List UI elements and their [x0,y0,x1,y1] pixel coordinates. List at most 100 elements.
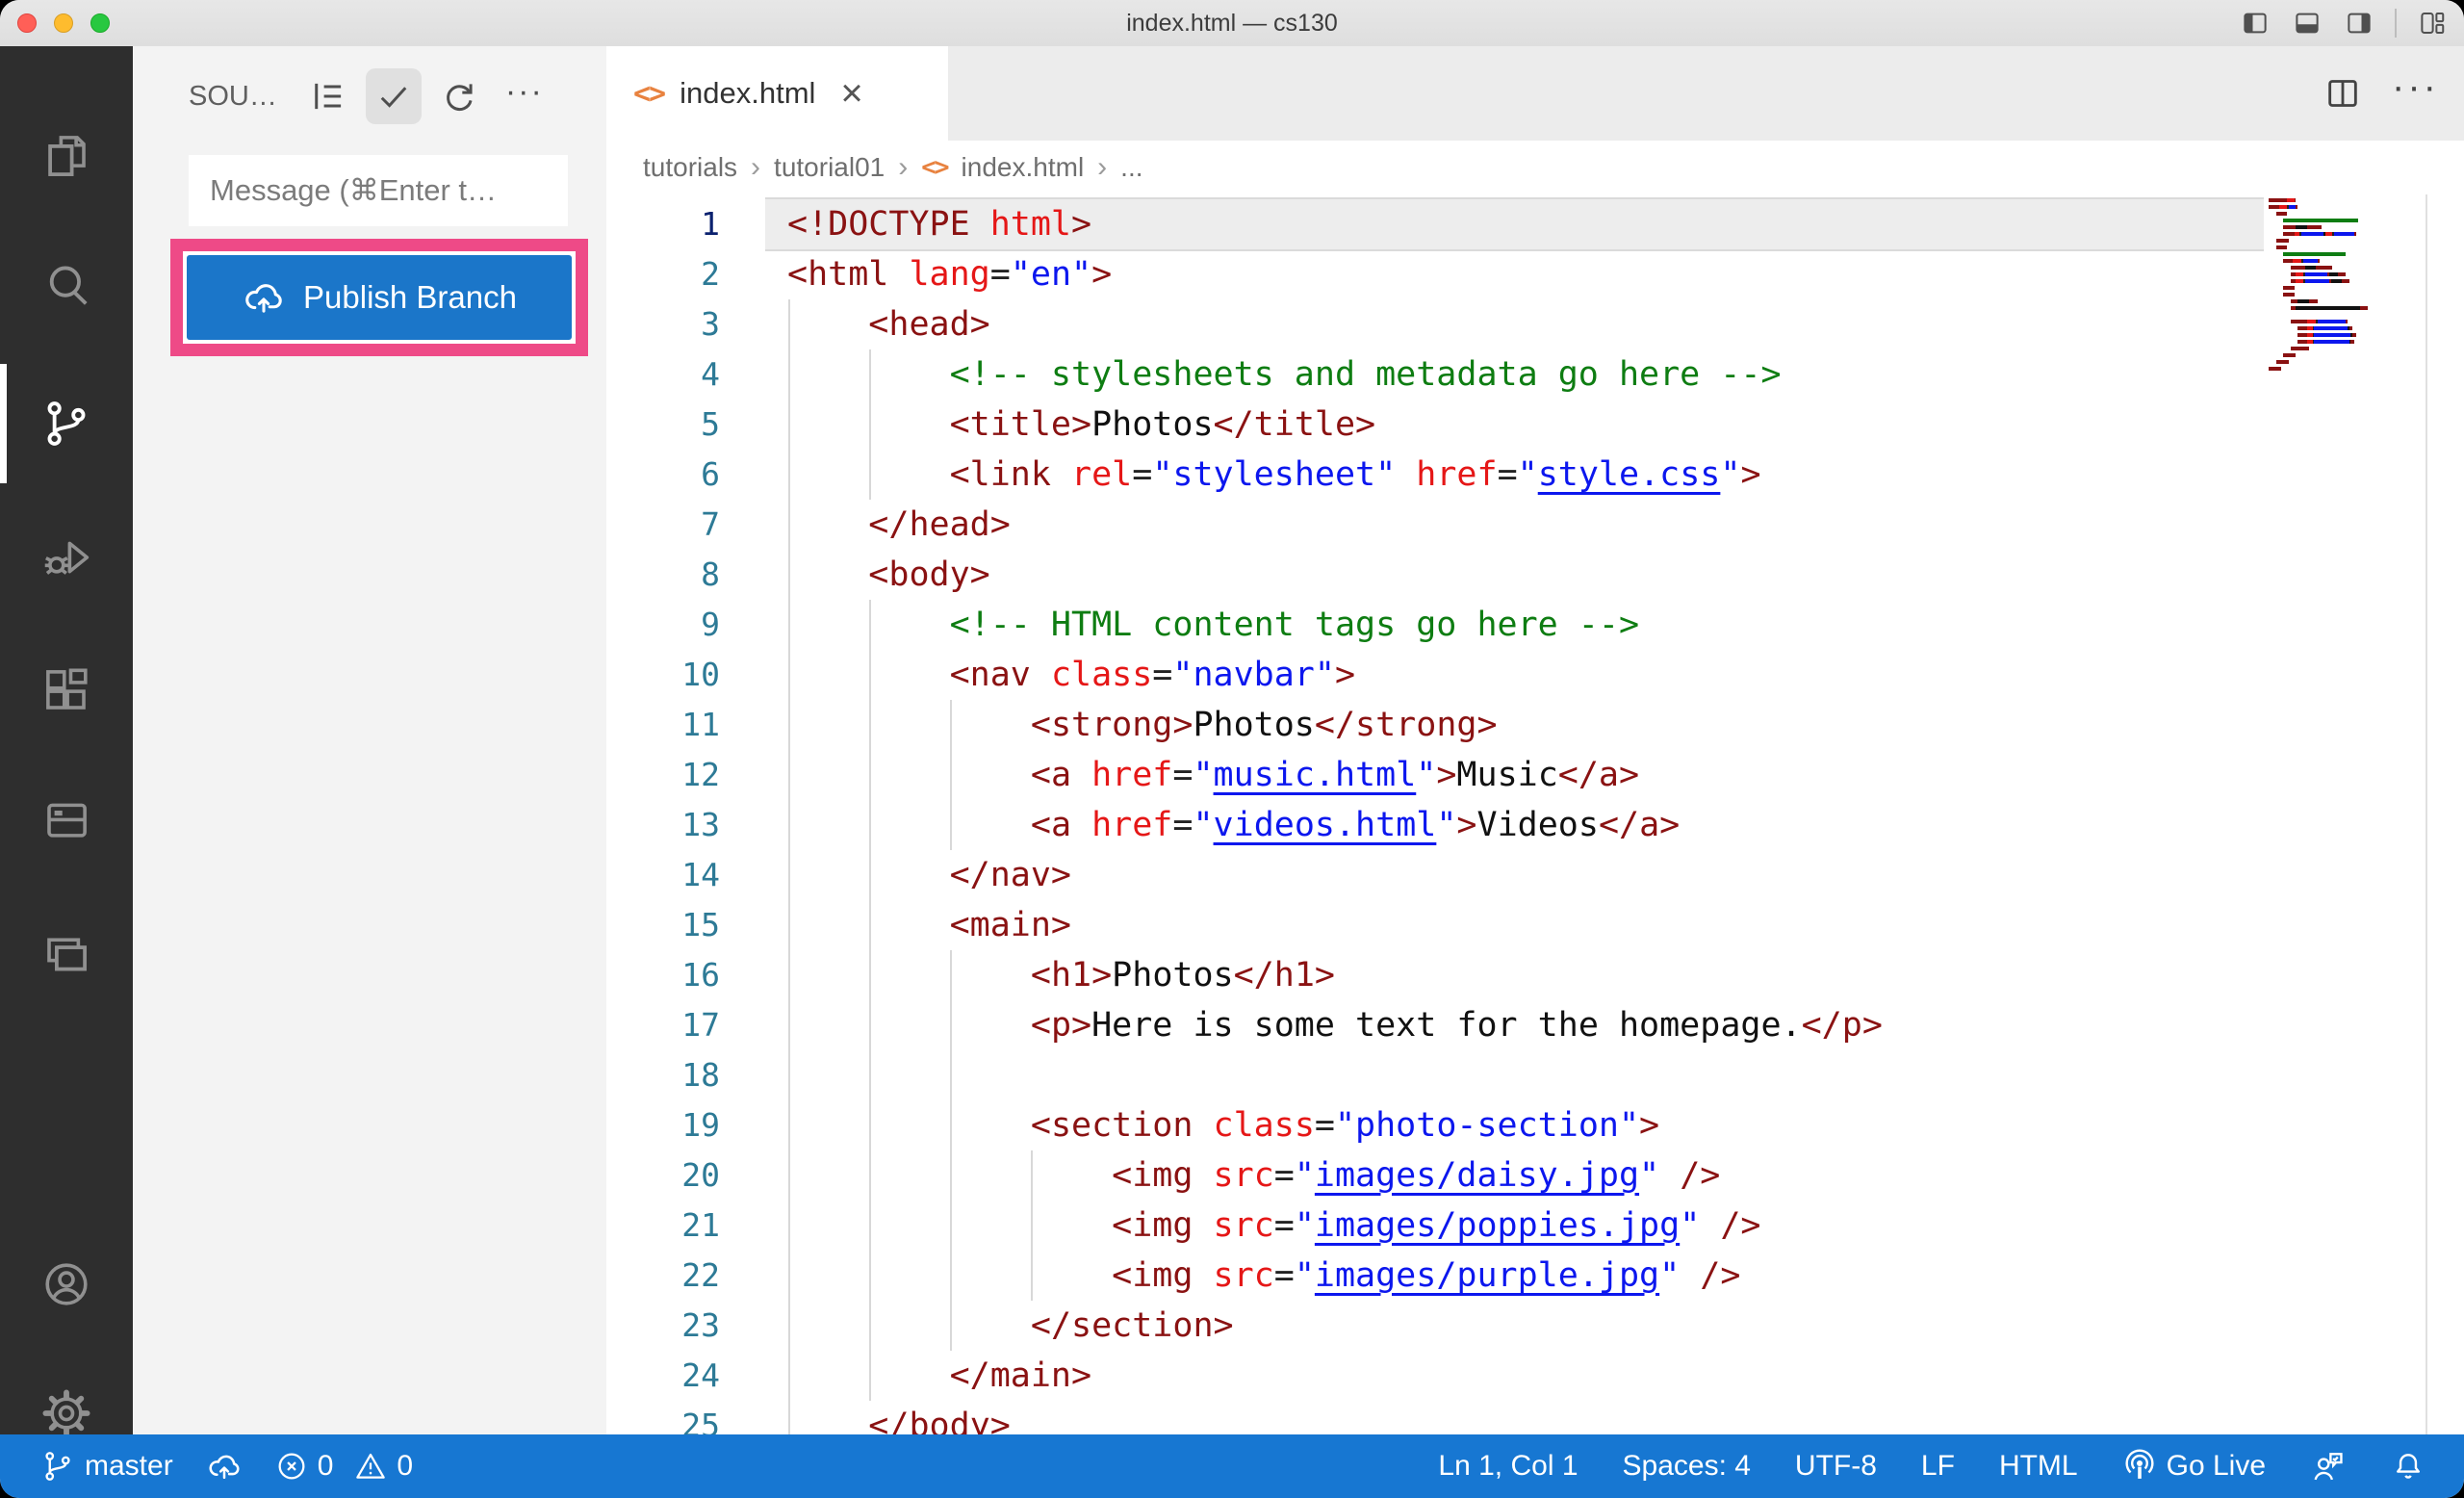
publish-branch-label: Publish Branch [303,279,517,316]
sidebar-item-explorer[interactable] [0,96,133,216]
indent-guide [950,700,952,750]
cursor-position[interactable]: Ln 1, Col 1 [1438,1450,1578,1483]
breadcrumb-item-tutorial01[interactable]: tutorial01 [774,152,885,183]
titlebar-separator [2395,9,2397,38]
code-line: </nav> [606,850,2464,900]
error-count: 0 [318,1450,334,1483]
person-feedback-icon [2310,1448,2347,1485]
window-title: index.html — cs130 [0,0,2464,46]
code-line: <!-- HTML content tags go here --> [606,600,2464,650]
problems-indicator[interactable]: 0 0 [275,1450,413,1483]
chevron-right-icon: › [898,151,908,184]
toggle-panel-icon[interactable] [2291,9,2323,38]
code-line: <img src="images/purple.jpg" /> [606,1251,2464,1301]
toggle-primary-sidebar-icon[interactable] [2239,9,2272,38]
extensions-icon [40,664,92,716]
indent-guide [788,600,790,650]
customize-layout-icon[interactable] [2416,9,2449,38]
view-as-tree-icon[interactable] [300,68,356,124]
sidebar-item-source-control[interactable] [0,364,133,483]
account-button[interactable] [0,1225,133,1344]
bell-icon [2391,1449,2426,1484]
code-line: </body> [606,1401,2464,1434]
overview-ruler-border [2426,194,2427,1434]
git-branch-icon [40,1449,75,1484]
go-live-button[interactable]: Go Live [2122,1449,2266,1484]
cloud-upload-icon [242,275,286,320]
indent-guide [869,950,871,1000]
code-line: <!DOCTYPE html> [606,199,2464,249]
search-icon [40,259,92,311]
run-and-debug-icon [40,531,92,583]
indent-guide [869,1100,871,1150]
indentation-setting[interactable]: Spaces: 4 [1623,1450,1751,1483]
cloud-upload-icon [206,1448,243,1485]
toggle-secondary-sidebar-icon[interactable] [2343,9,2375,38]
eol-setting[interactable]: LF [1921,1450,1955,1483]
refresh-icon[interactable] [431,68,487,124]
indent-guide [869,850,871,900]
split-editor-icon[interactable] [2323,74,2363,113]
notifications-button[interactable] [2391,1449,2426,1484]
sidebar-header: SOU… ··· [133,46,606,146]
sync-changes-button[interactable] [206,1448,243,1485]
indent-guide [869,700,871,750]
indent-guide [1031,1150,1033,1201]
indent-guide [950,950,952,1000]
warning-icon [354,1450,387,1483]
publish-branch-button[interactable]: Publish Branch [187,255,572,340]
language-mode[interactable]: HTML [1999,1450,2078,1483]
sidebar-title: SOU… [189,81,277,113]
breadcrumb: tutorials › tutorial01 › <> index.html ›… [606,141,2464,194]
indent-guide [869,1050,871,1100]
indent-guide [788,400,790,450]
indent-guide [788,900,790,950]
sidebar-item-windows[interactable] [0,895,133,1015]
more-actions-icon[interactable]: ··· [497,64,552,129]
indent-guide [788,850,790,900]
activity-bar [0,46,133,1434]
indent-guide [869,600,871,650]
indent-guide [788,1150,790,1201]
code-line: <body> [606,550,2464,600]
chevron-right-icon: › [751,151,760,184]
indent-guide [788,450,790,500]
editor-more-actions-icon[interactable]: ··· [2392,65,2439,122]
error-icon [275,1450,308,1483]
go-live-label: Go Live [2167,1450,2266,1483]
code-line: </section> [606,1301,2464,1351]
indent-guide [788,650,790,700]
tab-index-html[interactable]: <> index.html × [606,46,948,141]
broadcast-icon [2122,1449,2157,1484]
commit-check-icon[interactable] [366,68,422,124]
code-editor[interactable]: 1234567891011121314151617181920212223242… [606,194,2464,1434]
status-bar: master 0 0 Ln 1, Col 1 Spaces: 4 UTF-8 L… [0,1434,2464,1498]
branch-indicator[interactable]: master [40,1449,173,1484]
breadcrumb-item-index-html[interactable]: index.html [962,152,1085,183]
indent-guide [1031,1201,1033,1251]
indent-guide [788,550,790,600]
sidebar-item-extensions[interactable] [0,631,133,750]
indent-guide [788,349,790,400]
indent-guide [950,800,952,850]
sidebar-item-container[interactable] [0,760,133,879]
warning-count: 0 [397,1450,413,1483]
indent-guide [869,800,871,850]
commit-message-input[interactable] [189,155,568,226]
close-tab-icon[interactable]: × [840,74,862,113]
tab-label: index.html [680,76,815,111]
indent-guide [869,1251,871,1301]
feedback-button[interactable] [2310,1448,2347,1485]
sidebar-item-run-and-debug[interactable] [0,498,133,617]
breadcrumb-item-tutorials[interactable]: tutorials [643,152,737,183]
indent-guide [869,450,871,500]
explorer-icon [40,130,92,182]
source-control-icon [40,398,92,450]
indent-guide [950,1050,952,1100]
encoding-setting[interactable]: UTF-8 [1795,1450,1877,1483]
code-line: <img src="images/daisy.jpg" /> [606,1150,2464,1201]
indent-guide [950,1301,952,1351]
sidebar-item-search[interactable] [0,225,133,345]
source-control-sidebar: SOU… ··· Publish Branch [133,46,606,1434]
breadcrumb-item-symbol[interactable]: ... [1120,152,1142,183]
